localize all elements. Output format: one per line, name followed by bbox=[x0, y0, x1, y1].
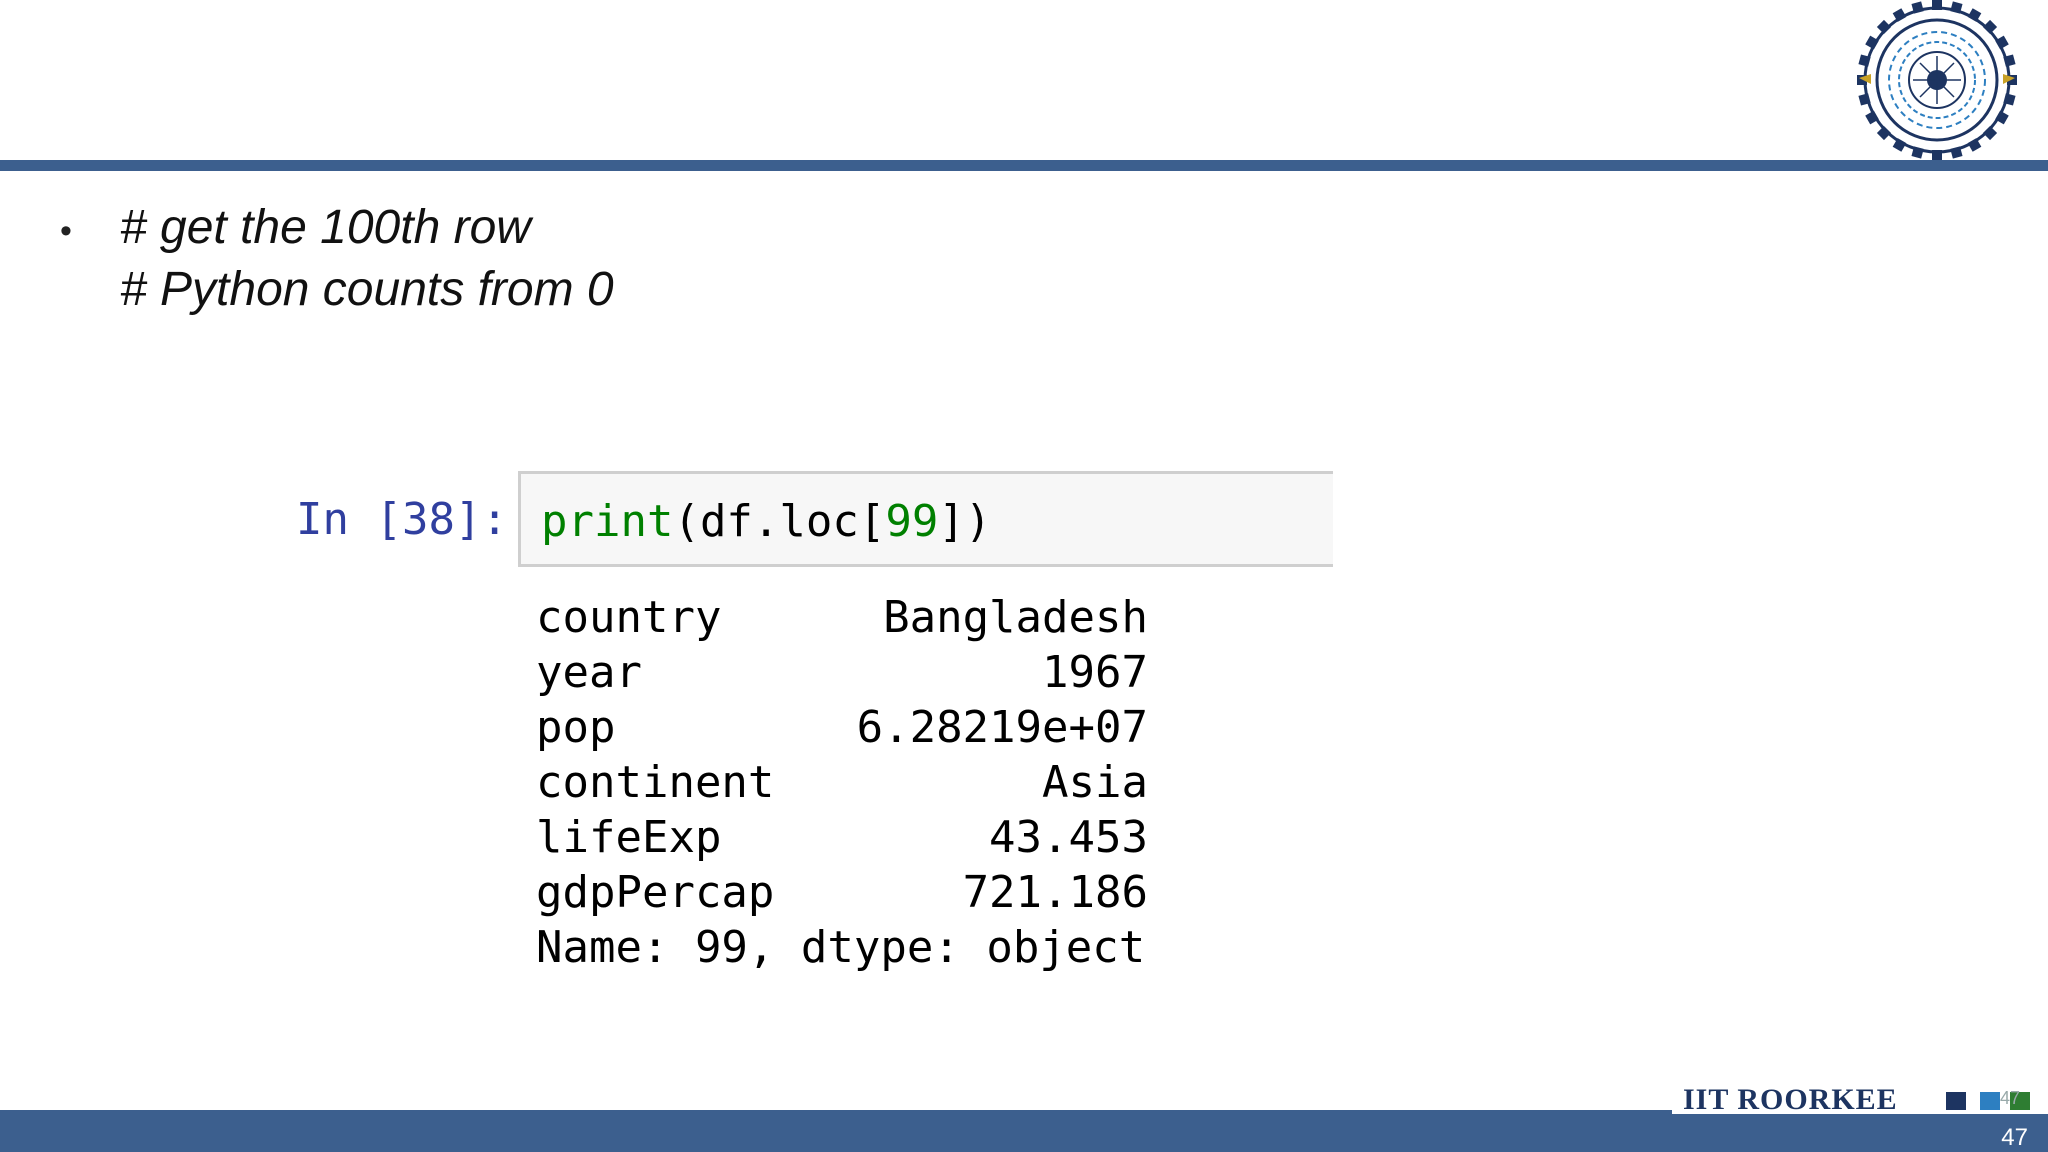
code-open: (df.loc[ bbox=[673, 496, 886, 547]
header-rule bbox=[0, 160, 2048, 171]
output-value: Bangladesh bbox=[883, 592, 1148, 643]
output-row: year 1967 bbox=[536, 647, 1148, 702]
output-row: lifeExp 43.453 bbox=[536, 812, 1148, 867]
footer-square-blue bbox=[1980, 1092, 2000, 1110]
cell-prompt: In [38]: bbox=[296, 494, 508, 545]
output-row: gdpPercap 721.186 bbox=[536, 867, 1148, 922]
footer-small-number: 47 bbox=[2000, 1088, 2021, 1108]
output-value: 1967 bbox=[1042, 647, 1148, 698]
output-row: country Bangladesh bbox=[536, 592, 1148, 647]
code-line: print(df.loc[99]) bbox=[541, 496, 991, 547]
footer-square-dark bbox=[1946, 1092, 1966, 1110]
code-close: ]) bbox=[938, 496, 992, 547]
bullet-dot: • bbox=[60, 212, 72, 250]
code-cell[interactable]: print(df.loc[99]) bbox=[518, 471, 1333, 567]
page-number: 47 bbox=[2001, 1124, 2028, 1151]
iit-roorkee-emblem-icon bbox=[1832, 0, 2042, 160]
code-number: 99 bbox=[885, 496, 939, 547]
output-row: continent Asia bbox=[536, 757, 1148, 812]
footer-brand: IIT ROORKEE bbox=[1683, 1083, 1898, 1116]
bullet-line-2: # Python counts from 0 bbox=[120, 263, 614, 316]
output-footer: Name: 99, dtype: object bbox=[536, 922, 1146, 973]
output-value: 43.453 bbox=[989, 812, 1148, 863]
output-row: pop 6.28219e+07 bbox=[536, 702, 1148, 757]
bullet-line-1: # get the 100th row bbox=[120, 201, 531, 254]
output-value: 721.186 bbox=[962, 867, 1148, 918]
code-builtin: print bbox=[541, 496, 674, 547]
output-value: Asia bbox=[1042, 757, 1148, 808]
output-value: 6.28219e+07 bbox=[856, 702, 1148, 753]
cell-output: country Bangladesh year 1967 pop 6.28219… bbox=[536, 592, 1148, 977]
